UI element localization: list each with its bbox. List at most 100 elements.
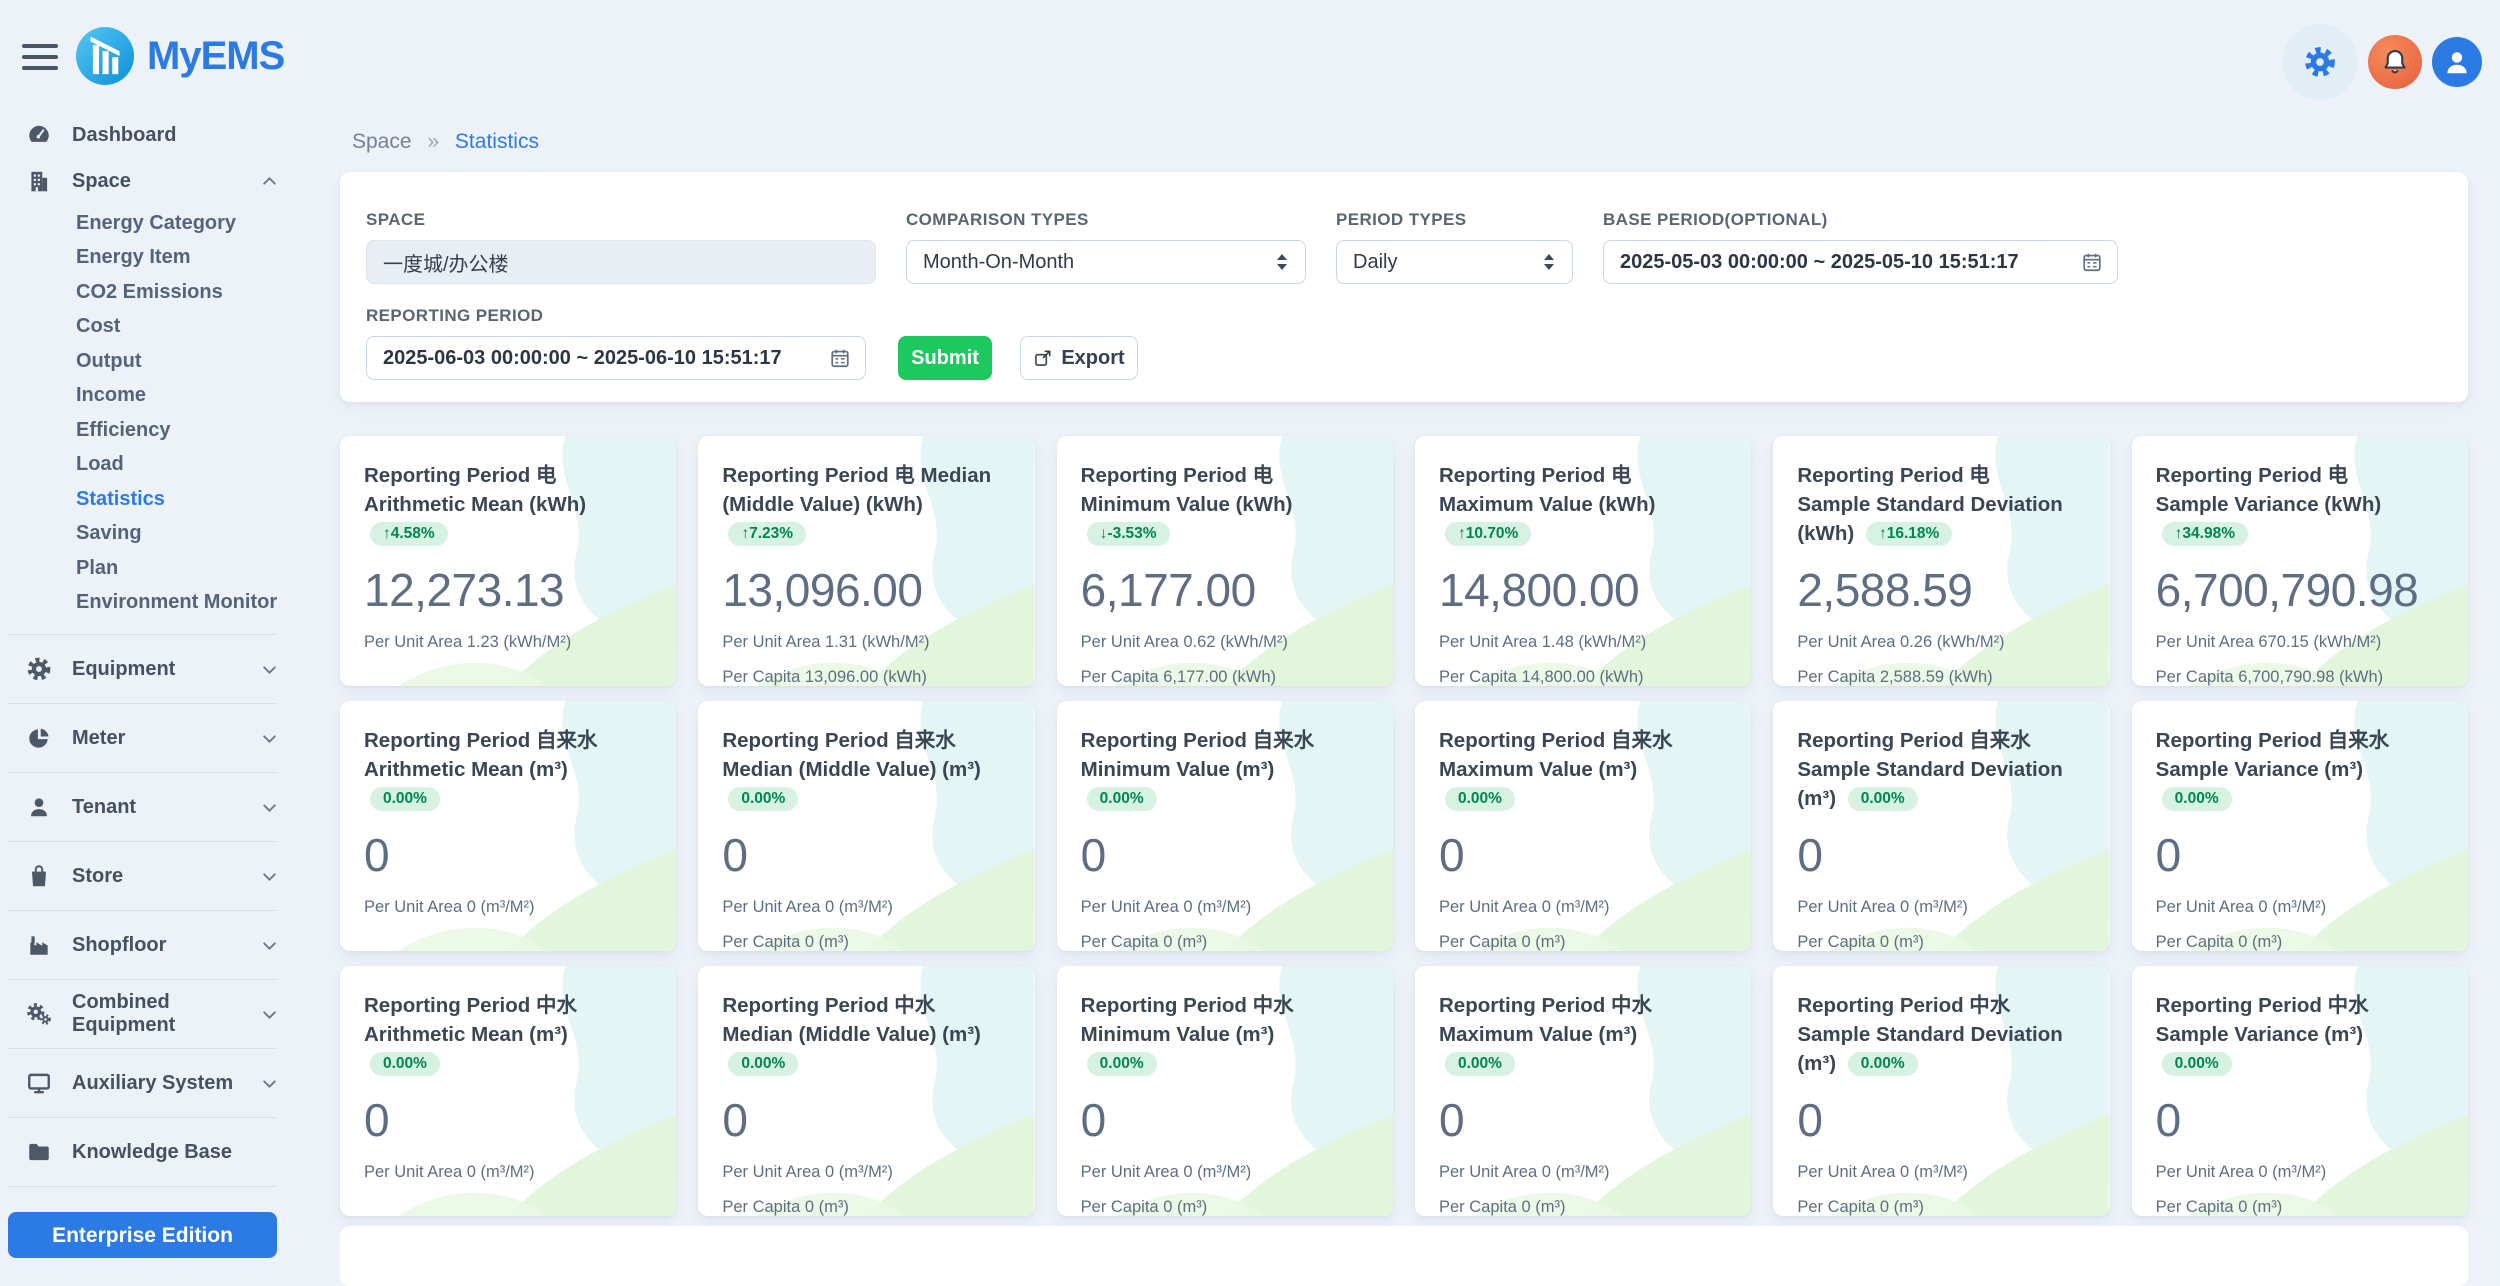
- stat-card-value: 14,800.00: [1439, 563, 1727, 617]
- space-submenu-item[interactable]: Efficiency: [0, 413, 300, 448]
- submenu-item-label: Energy Category: [76, 212, 236, 235]
- enterprise-edition-button[interactable]: Enterprise Edition: [8, 1212, 277, 1258]
- chevron-down-icon: [261, 661, 278, 678]
- stat-cards-grid: Reporting Period 电 Arithmetic Mean (kWh)…: [340, 436, 2468, 1216]
- stat-card-title: Reporting Period 自来水 Minimum Value (m³) …: [1081, 726, 1352, 813]
- per-capita-text: Per Capita 13,096.00 (kWh): [722, 668, 1010, 686]
- per-unit-area-text: Per Unit Area 0 (m³/M²): [1797, 898, 2085, 917]
- stat-card-title: Reporting Period 中水 Maximum Value (m³) 0…: [1439, 991, 1710, 1078]
- stat-card-value: 2,588.59: [1797, 563, 2085, 617]
- hamburger-menu-button[interactable]: [22, 44, 58, 70]
- user-menu-button[interactable]: [2432, 37, 2482, 87]
- base-period-input[interactable]: 2025-05-03 00:00:00 ~ 2025-05-10 15:51:1…: [1603, 240, 2118, 284]
- sidebar-item-label: Combined Equipment: [72, 991, 261, 1037]
- stat-card: Reporting Period 电 Maximum Value (kWh) ↑…: [1415, 436, 1751, 686]
- stat-card-value: 0: [1081, 1093, 1369, 1147]
- period-types-select[interactable]: Daily: [1336, 240, 1573, 284]
- stat-card-title: Reporting Period 电 Sample Standard Devia…: [1797, 461, 2068, 548]
- comparison-types-value: Month-On-Month: [923, 251, 1074, 274]
- stat-card-title-text: Reporting Period 电 Sample Variance (kWh): [2156, 464, 2382, 516]
- chevron-down-icon: [261, 1075, 278, 1092]
- per-capita-text: Per Capita 0 (m³): [1439, 1198, 1727, 1216]
- sidebar-item-knowledge-base[interactable]: Knowledge Base: [0, 1129, 300, 1175]
- stat-card-title-text: Reporting Period 中水 Median (Middle Value…: [722, 994, 981, 1046]
- space-submenu-item[interactable]: Plan: [0, 551, 300, 586]
- sidebar-item-label: Dashboard: [72, 124, 176, 147]
- sidebar-item-equipment[interactable]: Equipment: [0, 646, 300, 692]
- stat-card-title-text: Reporting Period 中水 Minimum Value (m³): [1081, 994, 1294, 1046]
- space-submenu-item[interactable]: Saving: [0, 517, 300, 552]
- sidebar-item-combined-equipment[interactable]: Combined Equipment: [0, 991, 300, 1037]
- stat-card: Reporting Period 中水 Maximum Value (m³) 0…: [1415, 966, 1751, 1216]
- stat-card-title-text: Reporting Period 自来水 Median (Middle Valu…: [722, 729, 981, 781]
- stat-card-value: 0: [1439, 828, 1727, 882]
- stat-card: Reporting Period 中水 Sample Standard Devi…: [1773, 966, 2109, 1216]
- stat-card: Reporting Period 中水 Median (Middle Value…: [698, 966, 1034, 1216]
- per-unit-area-text: Per Unit Area 0 (m³/M²): [364, 1163, 652, 1182]
- stat-card-value: 0: [1439, 1093, 1727, 1147]
- stat-card: Reporting Period 自来水 Arithmetic Mean (m³…: [340, 701, 676, 951]
- period-types-label: PERIOD TYPES: [1336, 210, 1573, 230]
- sidebar-item-store[interactable]: Store: [0, 853, 300, 899]
- per-capita-text: Per Capita 2,588.59 (kWh): [1797, 668, 2085, 686]
- space-submenu-item[interactable]: Income: [0, 379, 300, 414]
- change-badge: 0.00%: [1087, 787, 1157, 811]
- space-submenu-item[interactable]: Energy Category: [0, 206, 300, 241]
- divider: [8, 979, 277, 980]
- per-unit-area-text: Per Unit Area 0 (m³/M²): [1797, 1163, 2085, 1182]
- stat-card-title-text: Reporting Period 自来水 Minimum Value (m³): [1081, 729, 1314, 781]
- submenu-item-label: Income: [76, 384, 146, 407]
- space-submenu-item[interactable]: Load: [0, 448, 300, 483]
- sidebar-item-tenant[interactable]: Tenant: [0, 784, 300, 830]
- export-icon: [1033, 348, 1053, 368]
- change-badge: ↑10.70%: [1445, 522, 1531, 546]
- space-submenu-item[interactable]: Environment Monitor: [0, 586, 300, 621]
- per-unit-area-text: Per Unit Area 0 (m³/M²): [1081, 1163, 1369, 1182]
- stat-card-title-text: Reporting Period 中水 Sample Variance (m³): [2156, 994, 2369, 1046]
- next-section-panel: [340, 1226, 2468, 1286]
- submenu-item-label: Environment Monitor: [76, 591, 277, 614]
- space-submenu-item[interactable]: CO2 Emissions: [0, 275, 300, 310]
- space-submenu-item[interactable]: Output: [0, 344, 300, 379]
- person-icon: [26, 794, 52, 820]
- stat-card-value: 0: [722, 1093, 1010, 1147]
- stat-card-value: 0: [364, 828, 652, 882]
- stat-card-title-text: Reporting Period 中水 Arithmetic Mean (m³): [364, 994, 577, 1046]
- sidebar-item-meter[interactable]: Meter: [0, 715, 300, 761]
- period-field-group: PERIOD TYPES Daily: [1336, 210, 1573, 284]
- submenu-item-label: CO2 Emissions: [76, 281, 223, 304]
- stat-card-body: Reporting Period 电 Arithmetic Mean (kWh)…: [340, 436, 676, 677]
- space-submenu-item[interactable]: Energy Item: [0, 241, 300, 276]
- stat-card-value: 0: [1797, 1093, 2085, 1147]
- per-unit-area-text: Per Unit Area 1.31 (kWh/M²): [722, 633, 1010, 652]
- sidebar-item-space[interactable]: Space: [0, 158, 300, 204]
- stat-card: Reporting Period 电 Minimum Value (kWh) ↓…: [1057, 436, 1393, 686]
- divider: [8, 1186, 277, 1187]
- settings-button[interactable]: [2282, 24, 2358, 100]
- stat-card-title-text: Reporting Period 电 Arithmetic Mean (kWh): [364, 464, 586, 516]
- export-button[interactable]: Export: [1020, 336, 1138, 380]
- brand[interactable]: MyEMS: [76, 27, 284, 85]
- stat-card: Reporting Period 中水 Minimum Value (m³) 0…: [1057, 966, 1393, 1216]
- gauge-icon: [26, 122, 52, 148]
- per-unit-area-text: Per Unit Area 0 (m³/M²): [1439, 1163, 1727, 1182]
- divider: [8, 910, 277, 911]
- stat-card: Reporting Period 自来水 Sample Variance (m³…: [2132, 701, 2468, 951]
- sidebar-item-dashboard[interactable]: Dashboard: [0, 112, 300, 158]
- comparison-types-select[interactable]: Month-On-Month: [906, 240, 1306, 284]
- sidebar-item-shopfloor[interactable]: Shopfloor: [0, 922, 300, 968]
- reporting-period-input[interactable]: 2025-06-03 00:00:00 ~ 2025-06-10 15:51:1…: [366, 336, 866, 380]
- stat-card-title: Reporting Period 中水 Median (Middle Value…: [722, 991, 993, 1078]
- stat-card-body: Reporting Period 电 Minimum Value (kWh) ↓…: [1057, 436, 1393, 686]
- space-submenu-item[interactable]: Statistics: [0, 482, 300, 517]
- submit-button[interactable]: Submit: [898, 336, 992, 380]
- stat-card-value: 0: [2156, 1093, 2444, 1147]
- sidebar-item-auxiliary-system[interactable]: Auxiliary System: [0, 1060, 300, 1106]
- per-unit-area-text: Per Unit Area 0 (m³/M²): [722, 1163, 1010, 1182]
- notifications-button[interactable]: [2368, 35, 2422, 89]
- per-capita-text: Per Capita 0 (m³): [2156, 933, 2444, 951]
- space-submenu-item[interactable]: Cost: [0, 310, 300, 345]
- breadcrumb-parent-link[interactable]: Space: [352, 130, 412, 153]
- stat-card: Reporting Period 自来水 Sample Standard Dev…: [1773, 701, 2109, 951]
- space-input[interactable]: [366, 240, 876, 284]
